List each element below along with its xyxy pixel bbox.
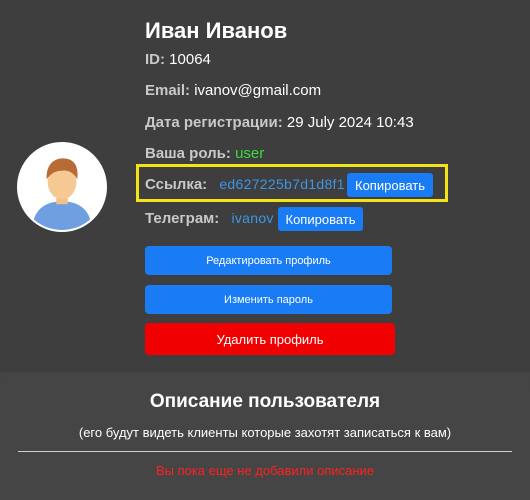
role-label: Ваша роль: xyxy=(145,145,231,162)
change-password-button[interactable]: Изменить пароль xyxy=(145,285,392,314)
profile-name: Иван Иванов xyxy=(145,18,288,43)
role-row: Ваша роль: user xyxy=(145,145,264,162)
link-row: Ссылка: ed627225b7d1d8f1 xyxy=(145,176,345,193)
edit-profile-button[interactable]: Редактировать профиль xyxy=(145,246,392,275)
registration-label: Дата регистрации: xyxy=(145,114,283,131)
role-value: user xyxy=(235,145,265,162)
id-row: ID: 10064 xyxy=(145,51,211,68)
description-subtitle: (его будут видеть клиенты которые захотя… xyxy=(78,425,452,440)
link-label: Ссылка: xyxy=(145,176,208,193)
description-empty-text: Вы пока еще не добавили описание xyxy=(155,463,375,478)
user-avatar-graphic xyxy=(19,144,105,230)
email-row: Email: ivanov@gmail.com xyxy=(145,82,321,99)
telegram-label: Телеграм: xyxy=(145,210,220,227)
id-value: 10064 xyxy=(169,51,211,68)
telegram-row: Телеграм: ivanov xyxy=(145,210,274,227)
id-label: ID: xyxy=(145,51,165,68)
copy-telegram-button[interactable]: Копировать xyxy=(278,207,363,231)
email-label: Email: xyxy=(145,82,191,99)
telegram-value[interactable]: ivanov xyxy=(231,210,273,226)
link-value[interactable]: ed627225b7d1d8f1 xyxy=(219,176,344,192)
email-value: ivanov@gmail.com xyxy=(194,82,322,99)
registration-value: 29 July 2024 10:43 xyxy=(286,114,414,131)
description-divider xyxy=(18,451,512,452)
registration-row: Дата регистрации: 29 July 2024 10:43 xyxy=(145,114,414,131)
description-section: Описание пользователя (его будут видеть … xyxy=(0,372,530,500)
user-avatar-icon xyxy=(17,142,107,232)
delete-profile-button[interactable]: Удалить профиль xyxy=(145,323,395,355)
description-title: Описание пользователя xyxy=(149,391,381,412)
profile-card: Иван Иванов ID: 10064 Email: ivanov@gmai… xyxy=(0,0,530,372)
copy-link-button[interactable]: Копировать xyxy=(347,173,433,197)
